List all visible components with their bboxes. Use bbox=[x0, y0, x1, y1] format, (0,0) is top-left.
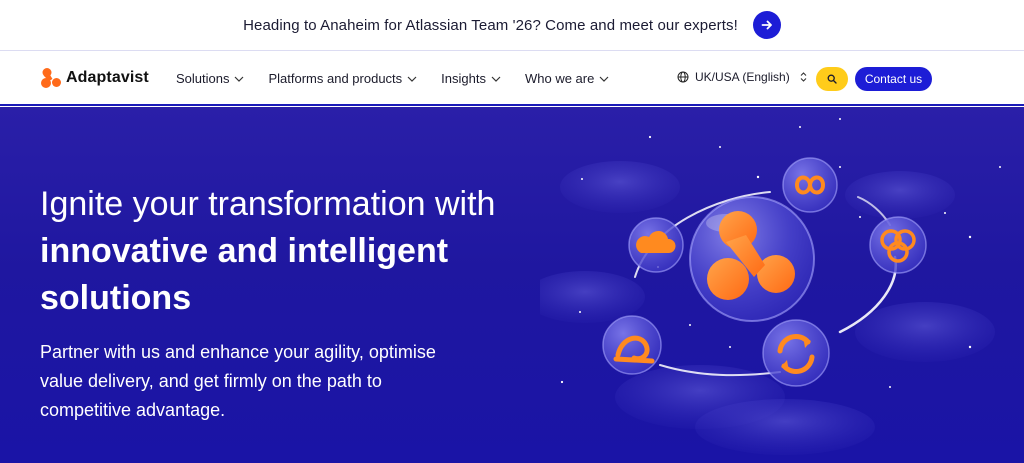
cloud-icon bbox=[628, 217, 684, 273]
logo[interactable]: Adaptavist bbox=[40, 67, 149, 89]
hero-title-light: Ignite your transformation with bbox=[40, 185, 496, 223]
logo-text: Adaptavist bbox=[66, 69, 149, 86]
tilted-loop-icon bbox=[602, 315, 662, 375]
chevron-down-icon bbox=[234, 76, 244, 82]
chevron-down-icon bbox=[491, 76, 501, 82]
banner-text[interactable]: Heading to Anaheim for Atlassian Team '2… bbox=[243, 17, 738, 34]
chevron-down-icon bbox=[599, 76, 609, 82]
chevron-down-icon bbox=[407, 76, 417, 82]
nav-item-label: Who we are bbox=[524, 71, 595, 86]
infinity-icon bbox=[782, 157, 838, 213]
hero-section: Ignite your transformation with innovati… bbox=[0, 107, 1024, 463]
nav-item-solutions[interactable]: Solutions bbox=[176, 71, 244, 86]
language-selector[interactable]: UK/USA (English) bbox=[677, 70, 807, 84]
arrow-right-icon bbox=[761, 20, 772, 30]
nav-item-label: Platforms and products bbox=[268, 71, 403, 86]
interlocked-rings-icon bbox=[869, 216, 927, 274]
hero-subtitle: Partner with us and enhance your agility… bbox=[40, 342, 436, 420]
nav-item-who-we-are[interactable]: Who we are bbox=[525, 71, 609, 86]
contact-us-button[interactable]: Contact us bbox=[855, 67, 932, 91]
adaptavist-logo-icon bbox=[41, 68, 61, 88]
main-nav: Adaptavist Solutions Platforms and produ… bbox=[0, 51, 1024, 106]
language-label: UK/USA (English) bbox=[695, 70, 790, 84]
announcement-banner: Heading to Anaheim for Atlassian Team '2… bbox=[0, 0, 1024, 51]
hero-illustration bbox=[540, 118, 1001, 455]
globe-icon bbox=[677, 71, 689, 83]
hero-title: Ignite your transformation with innovati… bbox=[40, 181, 560, 322]
nav-item-platforms[interactable]: Platforms and products bbox=[268, 71, 417, 86]
central-logo-bubble bbox=[689, 196, 815, 322]
nav-item-label: Solutions bbox=[176, 71, 230, 86]
nav-menu: Solutions Platforms and products Insight… bbox=[176, 51, 633, 106]
nav-item-insights[interactable]: Insights bbox=[441, 71, 501, 86]
sort-updown-icon bbox=[800, 72, 807, 82]
banner-arrow-button[interactable] bbox=[752, 11, 781, 39]
search-icon bbox=[827, 74, 837, 84]
search-button[interactable] bbox=[816, 67, 848, 91]
hero-title-bold: innovative and intelligent solutions bbox=[40, 232, 449, 317]
nav-item-label: Insights bbox=[441, 71, 486, 86]
refresh-arrows-icon bbox=[762, 319, 830, 387]
